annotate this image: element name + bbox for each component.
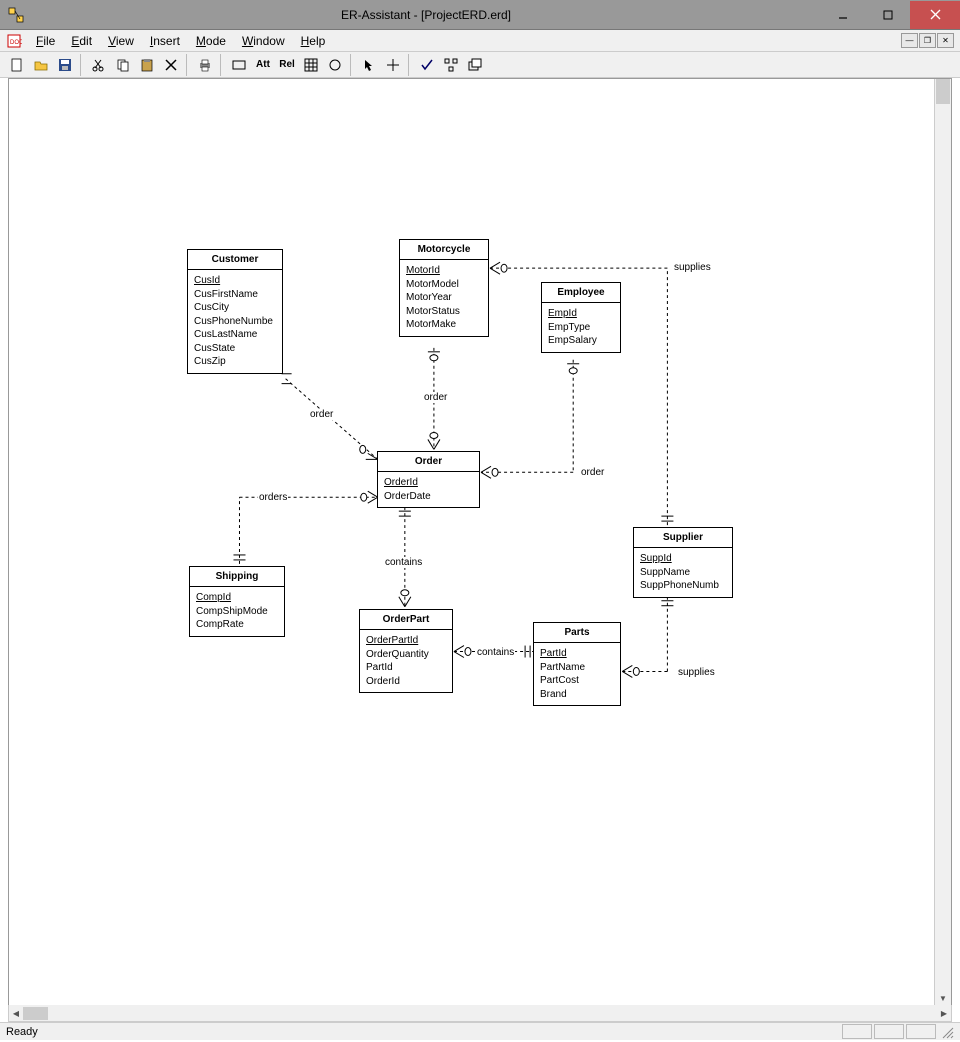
window-controls bbox=[820, 1, 960, 29]
doc-icon: DOC bbox=[6, 33, 22, 49]
entity-motorcycle[interactable]: Motorcycle MotorId MotorModel MotorYear … bbox=[399, 239, 489, 337]
rel-label-shipping-order: orders bbox=[258, 492, 288, 503]
pointer-icon[interactable] bbox=[358, 54, 380, 76]
grid-icon[interactable] bbox=[300, 54, 322, 76]
scroll-left-icon[interactable]: ◀ bbox=[9, 1006, 23, 1021]
circle-tool-icon[interactable] bbox=[324, 54, 346, 76]
rel-label-customer-order: order bbox=[309, 409, 334, 420]
horizontal-scrollbar[interactable]: ◀ ▶ bbox=[8, 1005, 952, 1022]
vscroll-thumb[interactable] bbox=[936, 79, 950, 104]
check-icon[interactable] bbox=[416, 54, 438, 76]
entity-customer-name: Customer bbox=[188, 250, 282, 270]
menubar: DOC File Edit View Insert Mode Window He… bbox=[0, 30, 960, 52]
entity-shipping[interactable]: Shipping CompId CompShipMode CompRate bbox=[189, 566, 285, 637]
minimize-button[interactable] bbox=[820, 1, 865, 29]
entity-orderpart-attrs: OrderPartId OrderQuantity PartId OrderId bbox=[360, 630, 452, 692]
mdi-controls: — ❐ ✕ bbox=[901, 33, 954, 48]
arrange-icon[interactable] bbox=[440, 54, 462, 76]
rel-label-supplier-parts: supplies bbox=[677, 667, 716, 678]
titlebar: ER-Assistant - [ProjectERD.erd] bbox=[0, 0, 960, 30]
copy-icon[interactable] bbox=[112, 54, 134, 76]
attribute-tool-button[interactable]: Att bbox=[252, 54, 274, 76]
entity-parts-name: Parts bbox=[534, 623, 620, 643]
menu-view[interactable]: View bbox=[100, 32, 142, 50]
status-text: Ready bbox=[6, 1026, 38, 1038]
entity-employee-name: Employee bbox=[542, 283, 620, 303]
close-button[interactable] bbox=[910, 1, 960, 29]
delete-icon[interactable] bbox=[160, 54, 182, 76]
rel-label-employee-order: order bbox=[580, 467, 605, 478]
menu-edit[interactable]: Edit bbox=[63, 32, 100, 50]
entity-parts[interactable]: Parts PartId PartName PartCost Brand bbox=[533, 622, 621, 706]
canvas-container: order order order orders contains contai… bbox=[8, 78, 952, 1006]
status-pane-3 bbox=[906, 1024, 936, 1039]
maximize-button[interactable] bbox=[865, 1, 910, 29]
entity-parts-attrs: PartId PartName PartCost Brand bbox=[534, 643, 620, 705]
status-panes bbox=[840, 1024, 936, 1039]
entity-order-attrs: OrderId OrderDate bbox=[378, 472, 479, 507]
new-file-icon[interactable] bbox=[6, 54, 28, 76]
entity-order-name: Order bbox=[378, 452, 479, 472]
entity-customer[interactable]: Customer CusId CusFirstName CusCity CusP… bbox=[187, 249, 283, 374]
paste-icon[interactable] bbox=[136, 54, 158, 76]
menu-file[interactable]: File bbox=[28, 32, 63, 50]
diagram-canvas[interactable]: order order order orders contains contai… bbox=[9, 79, 951, 1005]
entity-employee[interactable]: Employee EmpId EmpType EmpSalary bbox=[541, 282, 621, 353]
svg-text:DOC: DOC bbox=[10, 40, 22, 46]
entity-customer-attrs: CusId CusFirstName CusCity CusPhoneNumbe… bbox=[188, 270, 282, 373]
mdi-minimize-button[interactable]: — bbox=[901, 33, 918, 48]
menu-window[interactable]: Window bbox=[234, 32, 293, 50]
scroll-down-icon[interactable]: ▼ bbox=[935, 991, 951, 1005]
relationship-tool-button[interactable]: Rel bbox=[276, 54, 298, 76]
entity-orderpart-name: OrderPart bbox=[360, 610, 452, 630]
entity-employee-attrs: EmpId EmpType EmpSalary bbox=[542, 303, 620, 352]
layer-icon[interactable] bbox=[464, 54, 486, 76]
status-pane-2 bbox=[874, 1024, 904, 1039]
rel-label-order-orderpart: contains bbox=[384, 557, 423, 568]
cut-icon[interactable] bbox=[88, 54, 110, 76]
toolbar: Att Rel bbox=[0, 52, 960, 78]
rel-label-supplier-motorcycle: supplies bbox=[673, 262, 712, 273]
menu-mode[interactable]: Mode bbox=[188, 32, 234, 50]
rel-label-orderpart-parts: contains bbox=[476, 647, 515, 658]
app-icon bbox=[8, 7, 24, 23]
entity-supplier[interactable]: Supplier SuppId SuppName SuppPhoneNumb bbox=[633, 527, 733, 598]
vertical-scrollbar[interactable]: ▲ ▼ bbox=[934, 79, 951, 1005]
rel-label-motorcycle-order: order bbox=[423, 392, 448, 403]
mdi-restore-button[interactable]: ❐ bbox=[919, 33, 936, 48]
move-icon[interactable] bbox=[382, 54, 404, 76]
window-title: ER-Assistant - [ProjectERD.erd] bbox=[32, 8, 820, 22]
mdi-close-button[interactable]: ✕ bbox=[937, 33, 954, 48]
print-icon[interactable] bbox=[194, 54, 216, 76]
menu-insert[interactable]: Insert bbox=[142, 32, 188, 50]
entity-orderpart[interactable]: OrderPart OrderPartId OrderQuantity Part… bbox=[359, 609, 453, 693]
status-pane-1 bbox=[842, 1024, 872, 1039]
entity-motorcycle-name: Motorcycle bbox=[400, 240, 488, 260]
entity-shipping-name: Shipping bbox=[190, 567, 284, 587]
entity-motorcycle-attrs: MotorId MotorModel MotorYear MotorStatus… bbox=[400, 260, 488, 336]
entity-supplier-name: Supplier bbox=[634, 528, 732, 548]
save-icon[interactable] bbox=[54, 54, 76, 76]
open-file-icon[interactable] bbox=[30, 54, 52, 76]
hscroll-thumb[interactable] bbox=[23, 1007, 48, 1020]
statusbar: Ready bbox=[0, 1022, 960, 1040]
entity-shipping-attrs: CompId CompShipMode CompRate bbox=[190, 587, 284, 636]
entity-tool-icon[interactable] bbox=[228, 54, 250, 76]
menu-help[interactable]: Help bbox=[293, 32, 334, 50]
scroll-right-icon[interactable]: ▶ bbox=[937, 1006, 951, 1021]
resize-grip-icon[interactable] bbox=[940, 1025, 954, 1039]
entity-order[interactable]: Order OrderId OrderDate bbox=[377, 451, 480, 508]
entity-supplier-attrs: SuppId SuppName SuppPhoneNumb bbox=[634, 548, 732, 597]
